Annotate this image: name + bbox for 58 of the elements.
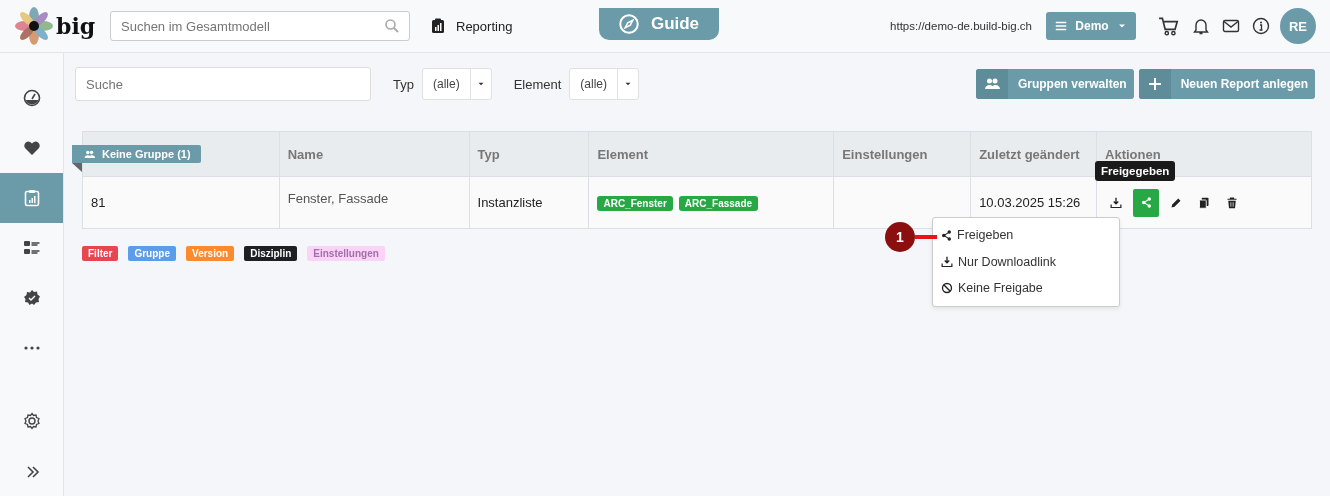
share-icon (941, 229, 952, 241)
flower-logo-icon (14, 6, 54, 46)
legend-tag: Gruppe (128, 246, 176, 261)
heart-icon (22, 139, 41, 157)
ribbon-fold (72, 163, 82, 172)
mail-icon[interactable] (1222, 17, 1240, 35)
checklist-icon (22, 239, 41, 257)
filter-label: Element (513, 76, 562, 92)
copy-icon (1198, 196, 1211, 209)
plus-icon (1146, 76, 1163, 92)
dropdown[interactable]: (alle) (421, 68, 492, 100)
search-field[interactable]: Suche (75, 67, 371, 101)
more-icon (22, 346, 41, 350)
step-marker: 1 (885, 222, 915, 252)
reporting-link[interactable]: Reporting (430, 18, 513, 34)
info-icon[interactable] (1252, 17, 1270, 35)
users-icon (84, 148, 95, 160)
pencil-icon (1170, 196, 1183, 209)
download-icon (1110, 196, 1123, 209)
logo-text: big (56, 13, 96, 39)
check-badge-icon (22, 289, 41, 307)
menu-icon (1054, 19, 1068, 33)
share-button[interactable] (1133, 188, 1160, 217)
table-cell: 81 (82, 176, 280, 229)
settings-icon[interactable] (22, 412, 41, 430)
column-header: Name (279, 131, 469, 177)
compass-icon (618, 14, 639, 34)
clipboard-chart-icon (22, 189, 41, 207)
column-header: Einstellungen (833, 131, 971, 177)
element-tag: ARC_Fassade (678, 195, 759, 211)
url-text: https://demo-de.build-big.ch (890, 20, 1032, 32)
column-header: Element (588, 131, 834, 177)
legend-tag: Einstellungen (307, 246, 385, 261)
clipboard-icon (430, 18, 446, 34)
group-label-text: Keine Gruppe (1) (102, 148, 191, 160)
search-icon (384, 18, 400, 34)
filter-label: Typ (393, 76, 414, 92)
gauge-icon (22, 89, 41, 107)
download-icon (941, 255, 953, 268)
cart-icon[interactable] (1158, 15, 1180, 37)
menu-item[interactable]: Nur Downloadlink (933, 248, 1119, 275)
trash-icon (1226, 196, 1239, 209)
search-field[interactable]: Suchen im Gesamtmodell (110, 11, 410, 41)
table-cell: Instanzliste (469, 176, 589, 229)
menu-item[interactable]: Keine Freigabe (933, 275, 1119, 302)
legend-tag: Version (186, 246, 235, 261)
table-cell: Fenster, Fassade (279, 176, 469, 229)
column-header: Typ (469, 131, 589, 177)
bell-icon[interactable] (1192, 17, 1210, 35)
prohibited-icon (941, 282, 953, 295)
element-tag: ARC_Fenster (597, 195, 673, 211)
dropdown[interactable]: (alle) (569, 68, 639, 100)
legend-tag: Disziplin (244, 246, 298, 261)
share-icon (1140, 197, 1152, 208)
column-header: Zuletzt geändert (970, 131, 1097, 177)
tooltip: Freigegeben (1095, 161, 1176, 181)
users-icon (983, 76, 1000, 92)
legend-tag: Filter (82, 246, 119, 261)
